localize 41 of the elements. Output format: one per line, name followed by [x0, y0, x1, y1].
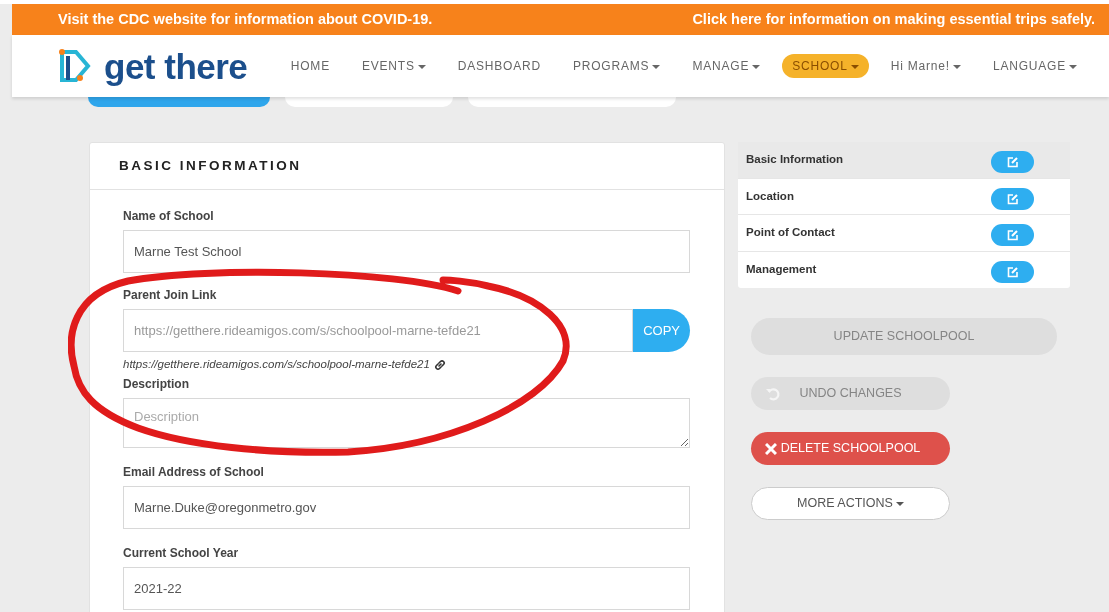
- tab-pill[interactable]: [88, 97, 270, 107]
- section-link[interactable]: Management: [746, 260, 817, 278]
- field-label: Parent Join Link: [123, 287, 217, 305]
- nav-link[interactable]: EVENTS: [351, 54, 436, 78]
- field-label: Name of School: [123, 208, 214, 226]
- nav-link[interactable]: DASHBOARD: [447, 54, 551, 78]
- link-field[interactable]: https://getthere.rideamigos.com/s/schoolpool-marne-tefde21: [123, 309, 634, 353]
- section-link[interactable]: Point of Contact: [746, 224, 835, 242]
- brand-name: get there: [104, 48, 248, 84]
- text-field[interactable]: Marne.Duke@oregonmetro.gov: [123, 485, 690, 529]
- edit-button[interactable]: [991, 187, 1034, 210]
- text-field[interactable]: 2021-22: [123, 566, 690, 610]
- section-link[interactable]: Basic Information: [746, 151, 844, 169]
- nav-link[interactable]: SCHOOL: [782, 54, 869, 78]
- nav-link[interactable]: HOME: [280, 54, 340, 78]
- close-icon: [765, 442, 777, 455]
- join-link[interactable]: https://getthere.rideamigos.com/s/schoolpool-marne-tefde21: [123, 356, 430, 374]
- edit-icon: [1006, 192, 1019, 205]
- edit-icon: [1006, 265, 1019, 278]
- link-icon[interactable]: [433, 358, 446, 371]
- tab-pill[interactable]: [468, 97, 676, 107]
- nav-link[interactable]: MANAGE: [682, 54, 771, 78]
- edit-button[interactable]: [991, 224, 1034, 246]
- more-actions-button[interactable]: MORE ACTIONS: [751, 487, 950, 520]
- description-field[interactable]: Description: [123, 397, 690, 448]
- card-title: BASIC INFORMATION: [90, 143, 724, 191]
- brand-logo[interactable]: get there: [58, 48, 248, 84]
- field-label: Description: [123, 375, 189, 393]
- text-field[interactable]: Marne Test School: [123, 230, 690, 274]
- edit-icon: [1006, 229, 1019, 241]
- field-label: Email Address of School: [123, 463, 264, 481]
- section-link[interactable]: Location: [746, 187, 794, 205]
- field-label: Current School Year: [123, 544, 239, 562]
- tab-pill[interactable]: [285, 97, 453, 107]
- nav-link[interactable]: Hi Marne!: [880, 54, 971, 78]
- nav-link[interactable]: LANGUAGE: [982, 54, 1087, 78]
- nav-link[interactable]: PROGRAMS: [562, 54, 671, 78]
- edit-button[interactable]: [991, 260, 1034, 283]
- edit-button[interactable]: [991, 151, 1034, 173]
- edit-icon: [1006, 156, 1019, 168]
- delete-button[interactable]: DELETE SCHOOLPOOL: [751, 432, 950, 465]
